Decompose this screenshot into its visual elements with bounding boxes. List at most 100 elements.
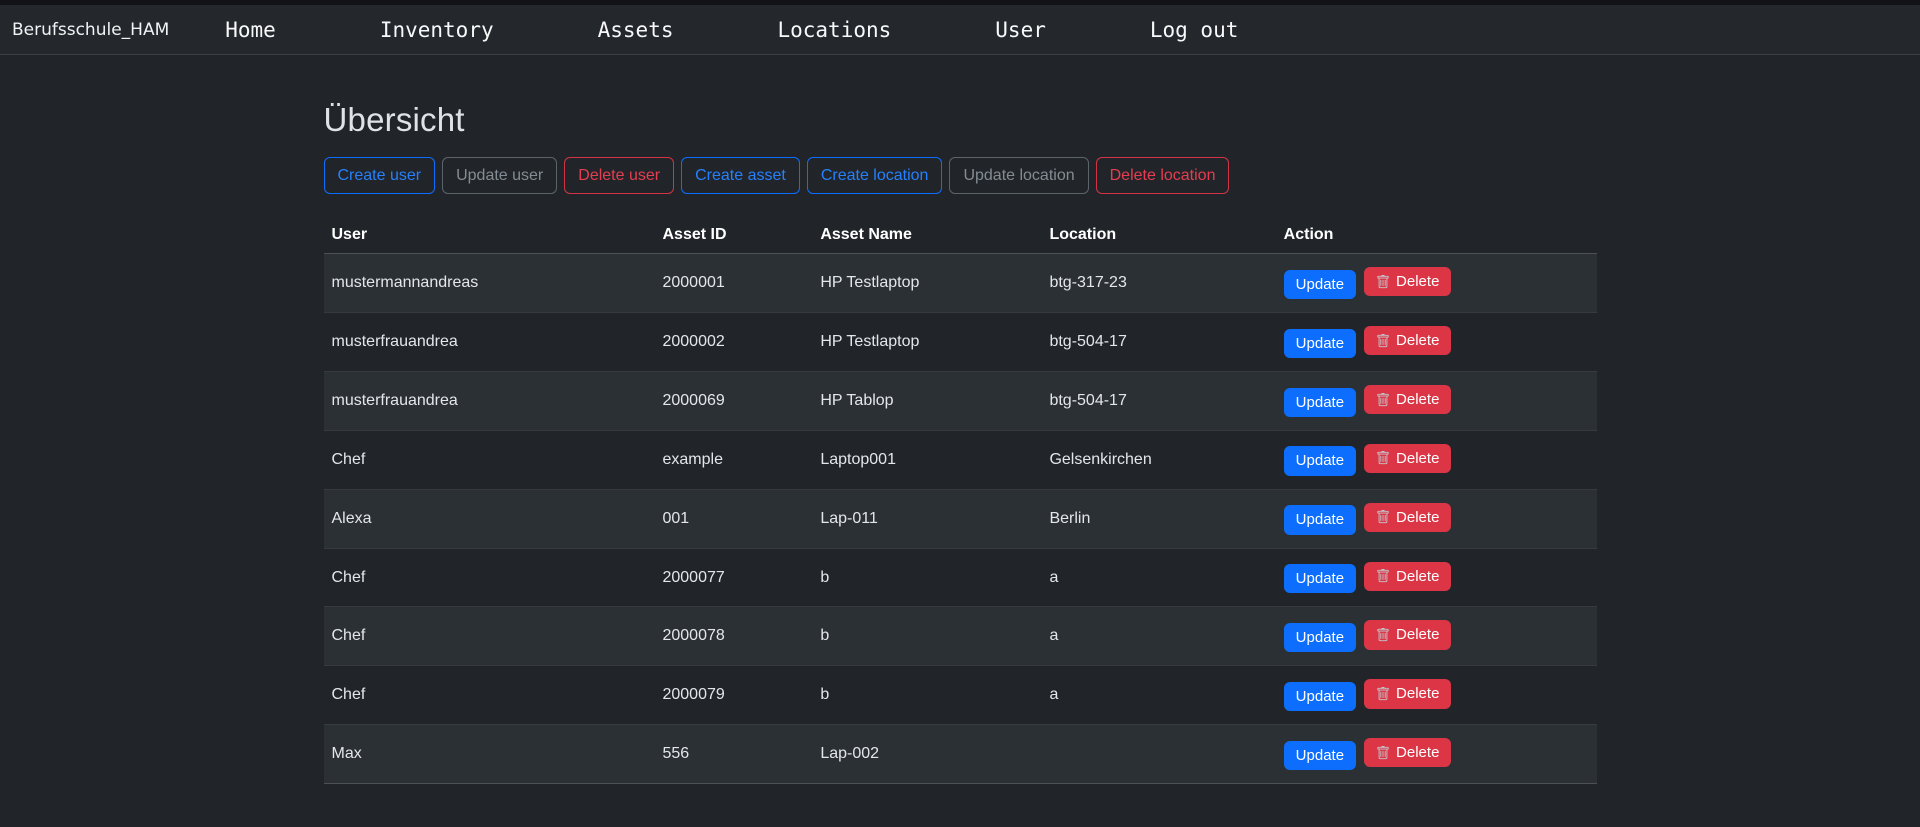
nav-item-locations[interactable]: Locations xyxy=(777,18,891,42)
asset-id-cell: 2000001 xyxy=(654,254,812,313)
trash-icon xyxy=(1376,451,1390,465)
column-header-location: Location xyxy=(1041,220,1275,254)
column-header-assetid: Asset ID xyxy=(654,220,812,254)
action-cell: Update Delete xyxy=(1276,489,1597,548)
action-cell: Update Delete xyxy=(1276,607,1597,666)
column-header-action: Action xyxy=(1276,220,1597,254)
asset-name-cell: HP Tablop xyxy=(812,371,1041,430)
trash-icon xyxy=(1376,275,1390,289)
table-row: musterfrauandrea2000002HP Testlaptopbtg-… xyxy=(324,313,1597,372)
asset-name-cell: b xyxy=(812,548,1041,607)
delete-button[interactable]: Delete xyxy=(1364,503,1451,532)
update-location-button[interactable]: Update location xyxy=(949,157,1088,194)
delete-button-label: Delete xyxy=(1396,332,1439,349)
nav-item-home[interactable]: Home xyxy=(225,18,276,42)
asset-id-cell: 2000078 xyxy=(654,607,812,666)
trash-icon xyxy=(1376,628,1390,642)
asset-name-cell: Lap-002 xyxy=(812,725,1041,784)
navbar-brand[interactable]: Berufsschule_HAM xyxy=(12,20,169,40)
delete-button[interactable]: Delete xyxy=(1364,620,1451,649)
action-cell: Update Delete xyxy=(1276,254,1597,313)
asset-name-cell: HP Testlaptop xyxy=(812,254,1041,313)
update-button[interactable]: Update xyxy=(1284,446,1356,475)
action-cell: Update Delete xyxy=(1276,371,1597,430)
update-button[interactable]: Update xyxy=(1284,623,1356,652)
nav-item-logout[interactable]: Log out xyxy=(1150,18,1239,42)
user-cell: Chef xyxy=(324,548,655,607)
location-cell: btg-317-23 xyxy=(1041,254,1275,313)
delete-user-button[interactable]: Delete user xyxy=(564,157,674,194)
navbar: Berufsschule_HAM Home Inventory Assets Loca… xyxy=(0,5,1920,55)
delete-button[interactable]: Delete xyxy=(1364,444,1451,473)
table-row: Alexa001Lap-011Berlin Update Delete xyxy=(324,489,1597,548)
action-toolbar: Create userUpdate userDelete userCreate … xyxy=(324,157,1597,194)
table-row: Chef2000079baUpdateDelete xyxy=(324,666,1597,725)
update-button[interactable]: Update xyxy=(1284,505,1356,534)
user-cell: Alexa xyxy=(324,489,655,548)
nav-links: Home Inventory Assets Locations User Log out xyxy=(225,18,1238,42)
location-cell: Berlin xyxy=(1041,489,1275,548)
asset-id-cell: 001 xyxy=(654,489,812,548)
user-cell: musterfrauandrea xyxy=(324,313,655,372)
table-body: mustermannandreas2000001HP Testlaptopbtg… xyxy=(324,254,1597,784)
update-button[interactable]: Update xyxy=(1284,564,1356,593)
delete-button[interactable]: Delete xyxy=(1364,738,1451,767)
table-row: musterfrauandrea2000069HP Tablopbtg-504-… xyxy=(324,371,1597,430)
create-asset-button[interactable]: Create asset xyxy=(681,157,800,194)
update-button[interactable]: Update xyxy=(1284,329,1356,358)
action-cell: Update Delete xyxy=(1276,430,1597,489)
asset-id-cell: 2000002 xyxy=(654,313,812,372)
trash-icon xyxy=(1376,334,1390,348)
delete-button-label: Delete xyxy=(1396,273,1439,290)
table-row: Max556Lap-002UpdateDelete xyxy=(324,725,1597,784)
update-button[interactable]: Update xyxy=(1284,388,1356,417)
action-cell: Update Delete xyxy=(1276,666,1597,725)
delete-location-button[interactable]: Delete location xyxy=(1096,157,1230,194)
delete-button-label: Delete xyxy=(1396,509,1439,526)
asset-name-cell: b xyxy=(812,666,1041,725)
column-header-user: User xyxy=(324,220,655,254)
delete-button[interactable]: Delete xyxy=(1364,679,1451,708)
create-user-button[interactable]: Create user xyxy=(324,157,436,194)
delete-button[interactable]: Delete xyxy=(1364,326,1451,355)
asset-name-cell: b xyxy=(812,607,1041,666)
trash-icon xyxy=(1376,687,1390,701)
location-cell: a xyxy=(1041,666,1275,725)
column-header-assetname: Asset Name xyxy=(812,220,1041,254)
trash-icon xyxy=(1376,569,1390,583)
delete-button-label: Delete xyxy=(1396,626,1439,643)
update-button[interactable]: Update xyxy=(1284,682,1356,711)
main-content: Übersicht Create userUpdate userDelete u… xyxy=(324,55,1597,784)
asset-name-cell: Lap-011 xyxy=(812,489,1041,548)
trash-icon xyxy=(1376,393,1390,407)
location-cell: Gelsenkirchen xyxy=(1041,430,1275,489)
asset-id-cell: 2000079 xyxy=(654,666,812,725)
delete-button[interactable]: Delete xyxy=(1364,385,1451,414)
action-cell: Update Delete xyxy=(1276,313,1597,372)
update-button[interactable]: Update xyxy=(1284,270,1356,299)
location-cell xyxy=(1041,725,1275,784)
user-cell: Chef xyxy=(324,430,655,489)
page-title: Übersicht xyxy=(324,101,1597,139)
update-user-button[interactable]: Update user xyxy=(442,157,557,194)
delete-button[interactable]: Delete xyxy=(1364,267,1451,296)
nav-item-user[interactable]: User xyxy=(995,18,1046,42)
location-cell: a xyxy=(1041,607,1275,666)
create-location-button[interactable]: Create location xyxy=(807,157,943,194)
nav-item-inventory[interactable]: Inventory xyxy=(380,18,494,42)
delete-button-label: Delete xyxy=(1396,391,1439,408)
delete-button[interactable]: Delete xyxy=(1364,562,1451,591)
action-cell: Update Delete xyxy=(1276,548,1597,607)
delete-button-label: Delete xyxy=(1396,744,1439,761)
table-row: Chef2000078baUpdateDelete xyxy=(324,607,1597,666)
location-cell: a xyxy=(1041,548,1275,607)
asset-id-cell: example xyxy=(654,430,812,489)
asset-id-cell: 556 xyxy=(654,725,812,784)
table-row: Chef2000077ba Update Delete xyxy=(324,548,1597,607)
nav-item-assets[interactable]: Assets xyxy=(598,18,674,42)
table-row: mustermannandreas2000001HP Testlaptopbtg… xyxy=(324,254,1597,313)
update-button[interactable]: Update xyxy=(1284,741,1356,770)
asset-id-cell: 2000077 xyxy=(654,548,812,607)
asset-name-cell: HP Testlaptop xyxy=(812,313,1041,372)
trash-icon xyxy=(1376,746,1390,760)
